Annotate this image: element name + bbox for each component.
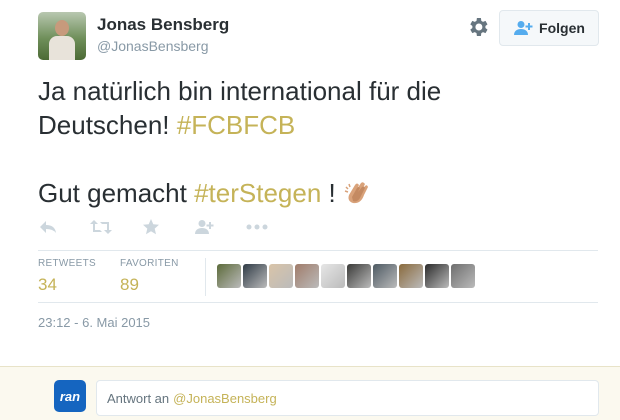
tweet-line-3-text: Gut gemacht [38, 178, 195, 208]
reply-input[interactable]: Antwort an @JonasBensberg [96, 380, 599, 416]
divider-top [38, 250, 598, 251]
hashtag-fcbfcb[interactable]: #FCBFCB [177, 110, 295, 140]
avatar-head [55, 20, 69, 36]
retweets-label: RETWEETS [38, 258, 96, 269]
favoriter-avatar[interactable] [243, 264, 267, 288]
favoriter-avatar[interactable] [217, 264, 241, 288]
follow-icon [195, 220, 214, 234]
tweet-line-3: Gut gemacht #terStegen ! [38, 176, 598, 210]
favoriter-avatar[interactable] [321, 264, 345, 288]
author-name[interactable]: Jonas Bensberg [97, 15, 229, 35]
reply-prefix: Antwort an [107, 390, 170, 406]
favoriter-avatar[interactable] [451, 264, 475, 288]
retweet-icon [90, 220, 112, 234]
favoriter-avatar[interactable] [269, 264, 293, 288]
tweet-actions [38, 216, 298, 238]
tweet-text: Ja natürlich bin international für die D… [38, 74, 598, 210]
clapping-hands-icon [344, 182, 368, 204]
reply-button[interactable] [38, 216, 90, 238]
gear-icon[interactable] [466, 15, 490, 39]
favoriter-avatar[interactable] [425, 264, 449, 288]
retweets-stat[interactable]: RETWEETS 34 [38, 258, 96, 295]
author-handle[interactable]: @JonasBensberg [97, 38, 209, 54]
favorite-button[interactable] [142, 216, 194, 238]
favoriter-avatar[interactable] [373, 264, 397, 288]
divider-bottom [38, 302, 598, 303]
tweet-line-1: Ja natürlich bin international für die [38, 76, 442, 106]
tweet-line-3-after: ! [321, 178, 336, 208]
hashtag-terstegen[interactable]: #terStegen [194, 178, 321, 208]
more-icon [246, 224, 268, 230]
stats-separator [205, 258, 206, 296]
favoriter-avatar[interactable] [399, 264, 423, 288]
favoriter-avatar[interactable] [347, 264, 371, 288]
retweets-count: 34 [38, 275, 57, 294]
tweet-timestamp[interactable]: 23:12 - 6. Mai 2015 [38, 315, 150, 330]
favorites-stat[interactable]: FAVORITEN 89 [120, 258, 179, 295]
avatar-body [49, 36, 75, 60]
favorite-icon [143, 219, 159, 235]
favoriter-avatar[interactable] [295, 264, 319, 288]
more-button[interactable] [246, 216, 298, 238]
favorites-count: 89 [120, 275, 139, 294]
retweet-button[interactable] [90, 216, 142, 238]
favorites-label: FAVORITEN [120, 258, 179, 269]
tweet-line-2: Deutschen! #FCBFCB [38, 108, 598, 142]
reply-handle: @JonasBensberg [173, 390, 277, 406]
follow-button[interactable]: Folgen [499, 10, 599, 46]
reply-icon [40, 221, 56, 233]
add-user-icon [514, 21, 533, 35]
tweet-line-2-text: Deutschen! [38, 110, 177, 140]
ran-logo: ran [54, 380, 86, 412]
favorited-by-avatars [217, 264, 475, 288]
author-avatar[interactable] [38, 12, 86, 60]
follow-button-label: Folgen [539, 20, 585, 36]
follow-action-button[interactable] [194, 216, 246, 238]
